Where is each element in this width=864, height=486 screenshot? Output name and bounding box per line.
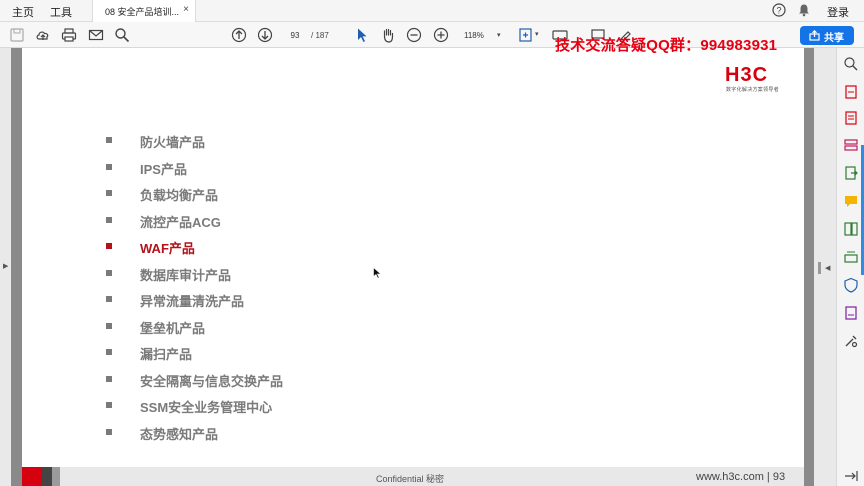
left-collapse-strip[interactable]: ▶ (0, 48, 11, 486)
product-label: 异常流量清洗产品 (140, 294, 245, 309)
bullet-square-icon (106, 269, 112, 276)
zoom-level[interactable]: 118% (464, 31, 484, 40)
bullet-square-icon (106, 216, 112, 223)
create-pdf-icon[interactable] (843, 110, 859, 126)
zoom-in-icon[interactable] (433, 27, 449, 43)
hand-tool-icon[interactable] (380, 27, 396, 43)
bullet-square-icon (106, 375, 112, 382)
h3c-logo: H3C (725, 64, 768, 84)
bullet-square-icon (106, 428, 112, 435)
print-icon[interactable] (61, 27, 77, 43)
scan-icon[interactable] (843, 249, 859, 265)
bullet-square-icon (106, 243, 112, 249)
footer-accent-dark (42, 467, 52, 486)
page-number-input[interactable] (284, 28, 306, 42)
product-list-item: 安全隔离与信息交换产品 (106, 371, 366, 389)
chevron-down-icon[interactable]: ▾ (497, 31, 501, 39)
footer-url-page: www.h3c.com | 93 (696, 471, 786, 483)
bullet-square-icon (106, 349, 112, 355)
logo-text: H3C (725, 64, 768, 84)
product-label: 安全隔离与信息交换产品 (140, 373, 284, 389)
footer-accent-grey (52, 467, 60, 486)
tab-home[interactable]: 主页 (12, 4, 34, 20)
email-icon[interactable] (88, 27, 104, 43)
fill-sign-icon[interactable] (843, 305, 859, 321)
product-list-item: 堡垒机产品 (106, 318, 366, 336)
search-icon[interactable] (114, 27, 130, 43)
bell-icon[interactable] (797, 3, 811, 17)
bullet-square-icon (106, 190, 112, 196)
pdf-page: H3C 数字化解决方案领导者 防火墙产品 IPS产品负载均衡产品 流控产品ACG WA… (22, 48, 804, 486)
protect-shield-icon[interactable] (843, 277, 859, 293)
tab-document[interactable]: 08 安全产品培训... × (92, 0, 196, 22)
zoom-search-icon[interactable] (843, 56, 859, 72)
login-button[interactable]: 登录 (827, 4, 849, 20)
product-list-item: 异常流量清洗产品 (106, 291, 366, 309)
pane-collapse-icon[interactable] (843, 468, 859, 484)
scrollbar-thumb[interactable] (818, 262, 821, 274)
product-label: SSM安全业务管理中心 (140, 400, 273, 415)
select-arrow-icon[interactable] (354, 27, 370, 43)
tab-bar: 主页 工具 08 安全产品培训... × ? 登录 (0, 0, 864, 22)
product-label: 负载均衡产品 (140, 188, 219, 203)
qq-group-watermark: 技术交流答疑QQ群：994983931 (555, 37, 778, 54)
fit-page-icon[interactable] (518, 27, 534, 43)
product-list-item: 态势感知产品 (106, 424, 366, 442)
bullet-square-icon (106, 322, 112, 329)
chevron-down-icon[interactable]: ▾ (535, 30, 539, 38)
bullet-square-icon (106, 296, 112, 302)
product-list-item: 负载均衡产品 (106, 185, 366, 203)
collapse-right-icon[interactable]: ◀ (825, 264, 830, 272)
product-list-item: 数据库审计产品 (106, 265, 366, 283)
tab-tools[interactable]: 工具 (50, 4, 72, 20)
product-label: IPS产品 (140, 161, 187, 177)
share-label: 共享 (824, 33, 844, 44)
bullet-square-icon (106, 163, 112, 170)
previous-page-icon[interactable] (231, 27, 247, 43)
product-list-item: 漏扫产品 (106, 344, 366, 362)
organize-pages-icon[interactable] (843, 137, 859, 153)
bullet-square-icon (106, 402, 112, 408)
export-file-icon[interactable] (843, 165, 859, 181)
product-list-item: WAF产品 (106, 238, 366, 256)
document-viewport[interactable]: ▶ H3C 数字化解决方案领导者 防火墙产品 IPS产品负载均衡产品 流控产品ACG… (0, 48, 836, 486)
page-total: / 187 (311, 31, 329, 40)
more-tools-icon[interactable] (843, 333, 859, 349)
product-label: 防火墙产品 (140, 135, 206, 150)
product-list-item: IPS产品 (106, 159, 366, 177)
footer-confidential: Confidential 秘密 (376, 474, 445, 484)
close-icon[interactable]: × (183, 4, 189, 15)
tools-pane (836, 48, 864, 486)
save-icon[interactable] (9, 27, 25, 43)
comment-tool-icon[interactable] (843, 193, 859, 209)
expand-left-icon[interactable]: ▶ (3, 262, 8, 270)
product-list-item: 防火墙产品 (106, 132, 366, 150)
svg-text:?: ? (776, 6, 781, 16)
share-icon (809, 30, 820, 41)
bullet-square-icon (106, 137, 112, 143)
product-label: WAF产品 (140, 241, 195, 256)
toolbar: / 187 118% ▾ ▾ 技术交流答疑QQ群：994983931 (0, 22, 864, 54)
zoom-out-icon[interactable] (406, 27, 422, 43)
footer-accent-red (22, 467, 42, 486)
document-tab-title: 08 安全产品培训... (105, 7, 180, 17)
product-label: 数据库审计产品 (140, 267, 232, 283)
product-label: 流控产品ACG (140, 214, 221, 230)
product-label: 态势感知产品 (140, 426, 219, 442)
export-pdf-icon[interactable] (843, 84, 859, 100)
share-button[interactable]: 共享 (800, 26, 854, 45)
slide-footer: Confidential 秘密 www.h3c.com | 93 (22, 467, 804, 486)
logo-tagline: 数字化解决方案领导者 (726, 87, 780, 93)
mouse-cursor-icon (373, 267, 382, 279)
help-icon[interactable]: ? (772, 3, 786, 17)
compare-icon[interactable] (843, 221, 859, 237)
product-list-item: 流控产品ACG (106, 212, 366, 230)
next-page-icon[interactable] (257, 27, 273, 43)
product-label: 漏扫产品 (140, 347, 193, 362)
product-list-item: SSM安全业务管理中心 (106, 397, 366, 415)
product-label: 堡垒机产品 (140, 320, 206, 336)
upload-cloud-icon[interactable] (35, 27, 51, 43)
